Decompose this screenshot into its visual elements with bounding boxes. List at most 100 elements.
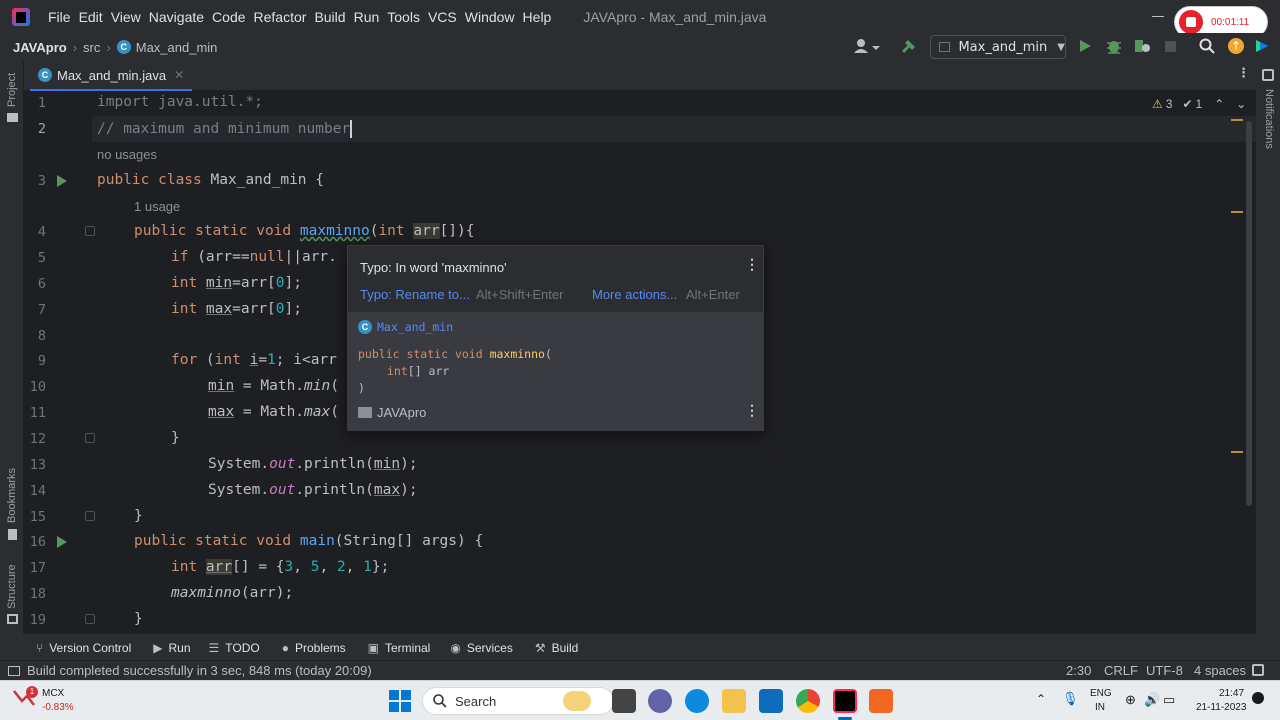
menu-window[interactable]: Window bbox=[465, 9, 515, 25]
menu-file[interactable]: File bbox=[48, 9, 71, 25]
taskbar-search-box[interactable]: Search bbox=[422, 687, 614, 715]
menu-refactor[interactable]: Refactor bbox=[254, 9, 307, 25]
inspections-widget[interactable]: ⚠ 3 ✔ 1 ⌃ ⌄ bbox=[1152, 97, 1246, 111]
mail-icon[interactable] bbox=[759, 689, 783, 713]
folder-icon[interactable] bbox=[7, 113, 18, 122]
windows-start-icon[interactable] bbox=[389, 690, 411, 712]
tool-services[interactable]: ◉ Services bbox=[450, 641, 513, 655]
clock-time[interactable]: 21:47 bbox=[1219, 688, 1244, 699]
doc-kebab-icon[interactable]: ⋮ bbox=[745, 402, 759, 419]
project-tool-tab[interactable]: Project bbox=[6, 73, 18, 107]
volume-icon[interactable]: 🔊 bbox=[1144, 692, 1160, 708]
typo-intention-popup[interactable]: Typo: In word 'maxminno' ⋮ Typo: Rename … bbox=[347, 245, 764, 431]
recorder-app-icon[interactable] bbox=[869, 689, 893, 713]
menu-edit[interactable]: Edit bbox=[79, 9, 103, 25]
chevron-up-icon[interactable]: ⌃ bbox=[1036, 692, 1046, 706]
menu-navigate[interactable]: Navigate bbox=[149, 9, 204, 25]
lock-icon[interactable] bbox=[1252, 664, 1264, 676]
microphone-icon[interactable]: 🎙 bbox=[1062, 691, 1079, 707]
bookmarks-tool-tab[interactable]: Bookmarks bbox=[6, 468, 18, 523]
more-tabs-kebab-icon[interactable]: ⋮ bbox=[1237, 66, 1250, 81]
edge-browser-icon[interactable] bbox=[685, 689, 709, 713]
tool-run[interactable]: ▶ Run bbox=[153, 641, 190, 655]
usages-hint[interactable]: no usages bbox=[97, 147, 157, 162]
tool-terminal[interactable]: ▣ Terminal bbox=[368, 641, 431, 655]
fold-icon[interactable] bbox=[85, 433, 95, 443]
tool-problems[interactable]: ● Problems bbox=[282, 641, 346, 655]
task-view-icon[interactable] bbox=[612, 689, 636, 713]
stop-recording-icon[interactable] bbox=[1179, 10, 1203, 34]
doc-class-ref[interactable]: C Max_and_min bbox=[358, 320, 453, 334]
fold-icon[interactable] bbox=[85, 511, 95, 521]
menu-run[interactable]: Run bbox=[354, 9, 380, 25]
documentation-section: C Max_and_min public static void maxminn… bbox=[348, 312, 763, 430]
run-configuration-dropdown[interactable]: Max_and_min ▼ bbox=[930, 35, 1066, 59]
menu-vcs[interactable]: VCS bbox=[428, 9, 457, 25]
language-region[interactable]: IN bbox=[1095, 702, 1105, 713]
close-icon[interactable]: ✕ bbox=[174, 68, 184, 82]
doc-class-name[interactable]: Max_and_min bbox=[377, 320, 453, 334]
tool-version-control[interactable]: ⑂ Version Control bbox=[36, 641, 131, 655]
file-encoding[interactable]: UTF-8 bbox=[1146, 663, 1183, 678]
tool-todo[interactable]: ☰ TODO bbox=[209, 641, 260, 655]
left-tool-strip: Project Bookmarks Structure bbox=[0, 61, 24, 634]
battery-icon[interactable]: ▭ bbox=[1163, 692, 1175, 708]
clock-date[interactable]: 21-11-2023 bbox=[1196, 702, 1246, 713]
intellij-taskbar-icon[interactable] bbox=[833, 689, 857, 713]
caret-position[interactable]: 2:30 bbox=[1066, 663, 1091, 678]
structure-tool-tab[interactable]: Structure bbox=[6, 564, 18, 609]
usages-hint[interactable]: 1 usage bbox=[134, 199, 180, 214]
branch-icon: ⑂ bbox=[36, 641, 44, 655]
tab-max-and-min-java[interactable]: C Max_and_min.java ✕ bbox=[30, 61, 193, 91]
teams-chat-icon[interactable] bbox=[648, 689, 672, 713]
fold-icon[interactable] bbox=[85, 226, 95, 236]
menu-tools[interactable]: Tools bbox=[387, 9, 420, 25]
coverage-icon[interactable] bbox=[1133, 38, 1151, 54]
scrollbar-marker[interactable] bbox=[1231, 451, 1243, 453]
popup-kebab-icon[interactable]: ⋮ bbox=[745, 256, 759, 273]
run-main-icon[interactable] bbox=[57, 536, 67, 548]
breadcrumb-project[interactable]: JAVApro bbox=[13, 40, 67, 55]
jetbrains-ai-icon[interactable] bbox=[1254, 38, 1270, 54]
debug-bug-icon[interactable] bbox=[1106, 38, 1122, 54]
language-primary[interactable]: ENG bbox=[1090, 688, 1112, 699]
indent-setting[interactable]: 4 spaces bbox=[1194, 663, 1246, 678]
vertical-scrollbar[interactable] bbox=[1246, 121, 1252, 506]
fold-icon[interactable] bbox=[85, 614, 95, 624]
stock-widget-icon[interactable]: 1 bbox=[12, 686, 38, 709]
line-separator[interactable]: CRLF bbox=[1104, 663, 1138, 678]
stock-name[interactable]: MCX bbox=[42, 688, 64, 699]
run-icon[interactable] bbox=[1080, 40, 1091, 52]
chevron-up-icon[interactable]: ⌃ bbox=[1214, 97, 1224, 111]
notification-center-icon[interactable] bbox=[1252, 692, 1264, 704]
notifications-icon[interactable] bbox=[1262, 69, 1274, 81]
more-actions-link[interactable]: More actions... bbox=[592, 287, 677, 302]
intellij-logo-icon[interactable] bbox=[12, 7, 30, 26]
menu-build[interactable]: Build bbox=[314, 9, 345, 25]
updates-icon[interactable]: ↑ bbox=[1228, 38, 1244, 54]
scrollbar-marker[interactable] bbox=[1231, 119, 1243, 121]
notifications-tool-tab[interactable]: Notifications bbox=[1263, 89, 1275, 149]
status-message[interactable]: Build completed successfully in 3 sec, 8… bbox=[27, 663, 372, 678]
chrome-icon[interactable] bbox=[796, 689, 820, 713]
rename-action-link[interactable]: Typo: Rename to... bbox=[360, 287, 470, 302]
minimize-icon[interactable] bbox=[1152, 16, 1164, 17]
run-class-icon[interactable] bbox=[57, 175, 67, 187]
breadcrumb-src[interactable]: src bbox=[83, 40, 100, 55]
menu-help[interactable]: Help bbox=[523, 9, 552, 25]
tool-build[interactable]: ⚒ Build bbox=[535, 641, 578, 655]
breadcrumb-file[interactable]: Max_and_min bbox=[136, 40, 218, 55]
stop-icon[interactable] bbox=[1165, 41, 1176, 52]
file-explorer-icon[interactable] bbox=[722, 689, 746, 713]
user-icon[interactable] bbox=[853, 38, 883, 56]
search-icon[interactable] bbox=[1199, 38, 1215, 54]
network-icon[interactable]: ⊕ bbox=[1125, 692, 1136, 708]
tool-windows-toggle-icon[interactable] bbox=[8, 665, 20, 676]
build-hammer-icon[interactable] bbox=[900, 37, 918, 55]
menu-view[interactable]: View bbox=[111, 9, 141, 25]
bookmark-icon[interactable] bbox=[8, 529, 17, 540]
scrollbar-marker[interactable] bbox=[1231, 211, 1243, 213]
structure-icon[interactable] bbox=[7, 614, 18, 624]
menu-code[interactable]: Code bbox=[212, 9, 245, 25]
chevron-down-icon[interactable]: ⌄ bbox=[1236, 97, 1246, 111]
